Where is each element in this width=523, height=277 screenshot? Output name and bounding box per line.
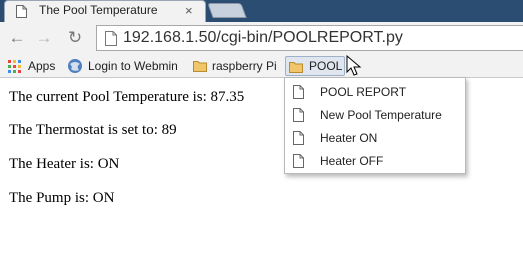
apps-grid-icon: [8, 60, 21, 73]
mouse-cursor-icon: [346, 55, 362, 76]
bookmarks-bar: Apps Login to Webmin raspberry Pi POOL: [0, 54, 523, 78]
url-text: 192.168.1.50/cgi-bin/POOLREPORT.py: [123, 29, 403, 46]
browser-toolbar: ← → ↻ 192.168.1.50/cgi-bin/POOLREPORT.py: [0, 22, 523, 54]
bookmark-folder-pool[interactable]: POOL: [285, 56, 345, 76]
new-tab-button[interactable]: [207, 3, 247, 18]
bookmark-webmin[interactable]: Login to Webmin: [66, 56, 186, 76]
document-icon: [16, 5, 27, 18]
back-arrow-icon[interactable]: ←: [6, 27, 28, 49]
menu-item-label: Heater OFF: [320, 154, 384, 168]
address-bar[interactable]: 192.168.1.50/cgi-bin/POOLREPORT.py: [96, 25, 523, 51]
bookmark-apps[interactable]: Apps: [6, 56, 60, 76]
thermostat-text: The Thermostat is set to: 89: [9, 122, 177, 138]
bookmark-label: Apps: [28, 59, 56, 73]
pool-folder-menu: POOL REPORT New Pool Temperature Heater …: [284, 77, 466, 174]
tab-active[interactable]: The Pool Temperature ×: [4, 0, 206, 22]
close-tab-icon[interactable]: ×: [185, 4, 193, 18]
bookmark-label: POOL: [309, 59, 343, 73]
heater-status-text: The Heater is: ON: [9, 156, 120, 172]
menu-item-label: New Pool Temperature: [320, 108, 442, 122]
document-icon: [293, 154, 304, 168]
forward-arrow-icon[interactable]: →: [33, 27, 55, 49]
bookmark-folder-raspberry-pi[interactable]: raspberry Pi: [190, 56, 282, 76]
menu-item-heater-off[interactable]: Heater OFF: [285, 150, 465, 172]
bookmark-label: Login to Webmin: [88, 59, 178, 73]
document-icon: [293, 85, 304, 99]
webmin-icon: [68, 59, 82, 73]
menu-item-label: POOL REPORT: [320, 85, 407, 99]
document-icon: [293, 108, 304, 122]
reload-icon[interactable]: ↻: [64, 27, 86, 49]
bookmark-label: raspberry Pi: [212, 59, 277, 73]
pool-temperature-text: The current Pool Temperature is: 87.35: [9, 89, 245, 105]
folder-icon: [193, 61, 207, 72]
document-icon: [293, 131, 304, 145]
menu-item-label: Heater ON: [320, 131, 378, 145]
folder-icon: [289, 62, 303, 73]
tab-strip: The Pool Temperature ×: [0, 0, 523, 22]
menu-item-pool-report[interactable]: POOL REPORT: [285, 81, 465, 103]
pump-status-text: The Pump is: ON: [9, 190, 115, 206]
tab-title: The Pool Temperature: [39, 3, 158, 17]
menu-item-heater-on[interactable]: Heater ON: [285, 127, 465, 149]
menu-item-new-pool-temperature[interactable]: New Pool Temperature: [285, 104, 465, 126]
page-icon: [105, 31, 117, 46]
